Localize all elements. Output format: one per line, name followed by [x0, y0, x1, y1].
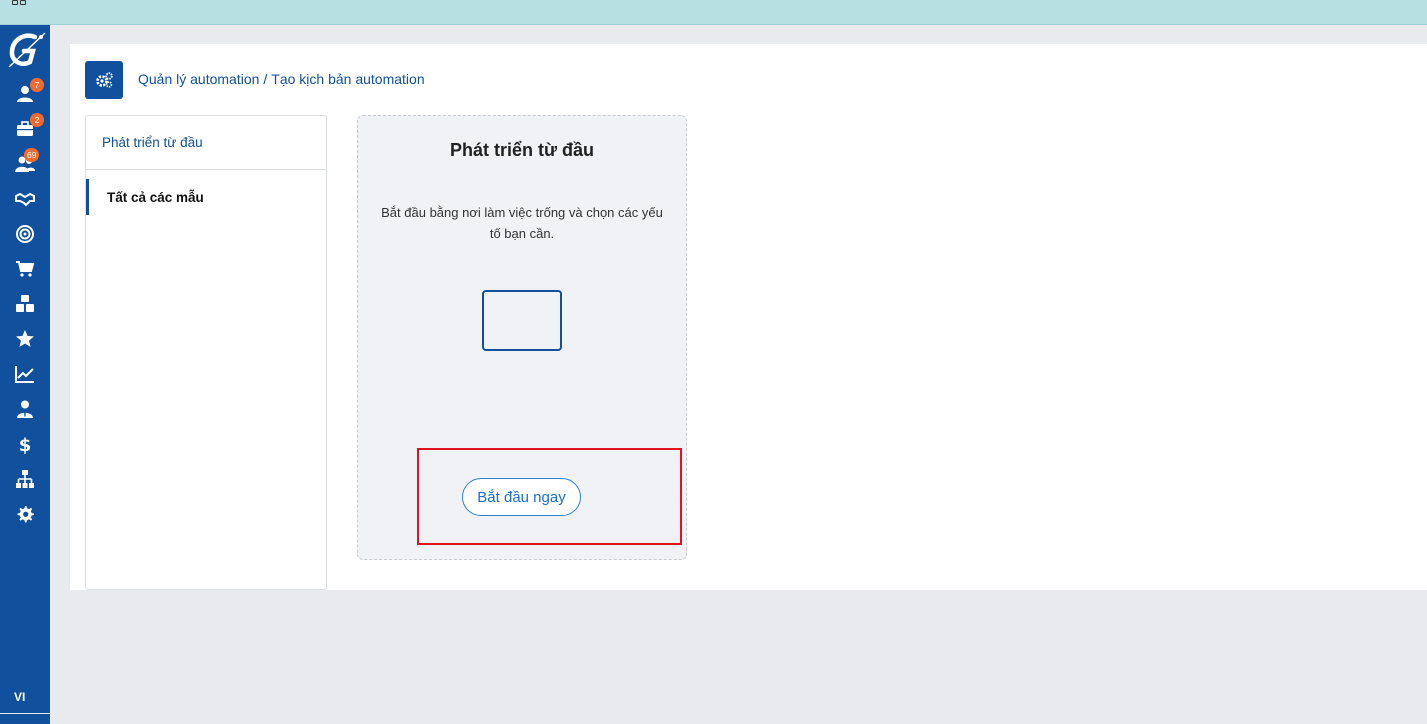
target-icon [16, 225, 34, 243]
sidebar-item-contacts[interactable]: 7 [0, 78, 50, 109]
sitemap-icon [16, 470, 34, 488]
sidebar-item-groups[interactable]: 69 [0, 148, 50, 179]
sidebar-item-organization[interactable] [0, 464, 50, 494]
template-card-title: Phát triển từ đầu [449, 140, 595, 160]
svg-text:$: $ [19, 435, 32, 454]
sidebar-divider [0, 713, 50, 714]
gear-icon [17, 506, 34, 523]
sidebar-item-orders[interactable] [0, 254, 50, 284]
blank-workspace-illustration [482, 290, 562, 351]
template-card-description: Bắt đầu bằng nơi làm việc trống và chọn … [381, 205, 663, 241]
cart-icon [16, 261, 35, 277]
category-all-templates[interactable]: Tất cả các mẫu [86, 179, 326, 215]
sidebar-item-targets[interactable] [0, 219, 50, 249]
user-tie-icon [17, 400, 33, 418]
top-bar [0, 0, 1427, 25]
sidebar-item-settings[interactable] [0, 499, 50, 529]
sidebar-item-favorites[interactable] [0, 324, 50, 354]
breadcrumb-separator: / [263, 71, 268, 87]
deals-badge: 2 [30, 113, 44, 127]
automation-header-icon [85, 61, 123, 99]
main-content: Quản lý automation / Tạo kịch bản automati… [70, 44, 1427, 590]
gears-icon [96, 72, 113, 88]
dollar-icon: $ [19, 435, 32, 454]
sidebar-item-staff[interactable] [0, 394, 50, 424]
apps-grid-icon[interactable] [12, 0, 28, 12]
chart-line-icon [15, 366, 34, 383]
groups-badge: 69 [24, 148, 40, 162]
sidebar-item-partners[interactable] [0, 184, 50, 214]
highlight-annotation [417, 448, 682, 545]
language-switch[interactable]: VI [14, 690, 25, 704]
breadcrumb: Quản lý automation / Tạo kịch bản automati… [138, 71, 425, 87]
cubes-icon [16, 295, 34, 312]
breadcrumb-automation-management[interactable]: Quản lý automation [138, 71, 259, 87]
sidebar-item-finance[interactable]: $ [0, 429, 50, 459]
logo-icon[interactable] [5, 29, 47, 71]
handshake-icon [15, 192, 35, 207]
template-category-list: Phát triển từ đầu Tất cả các mẫu [85, 115, 327, 590]
sidebar-item-products[interactable] [0, 289, 50, 319]
star-icon [16, 330, 34, 347]
category-from-scratch[interactable]: Phát triển từ đầu [86, 116, 326, 170]
sidebar-item-deals[interactable]: 2 [0, 113, 50, 144]
breadcrumb-create-automation: Tạo kịch bản automation [271, 71, 425, 87]
contacts-badge: 7 [30, 78, 44, 92]
sidebar: 7 2 69 $ VI [0, 25, 50, 724]
sidebar-item-reports[interactable] [0, 359, 50, 389]
